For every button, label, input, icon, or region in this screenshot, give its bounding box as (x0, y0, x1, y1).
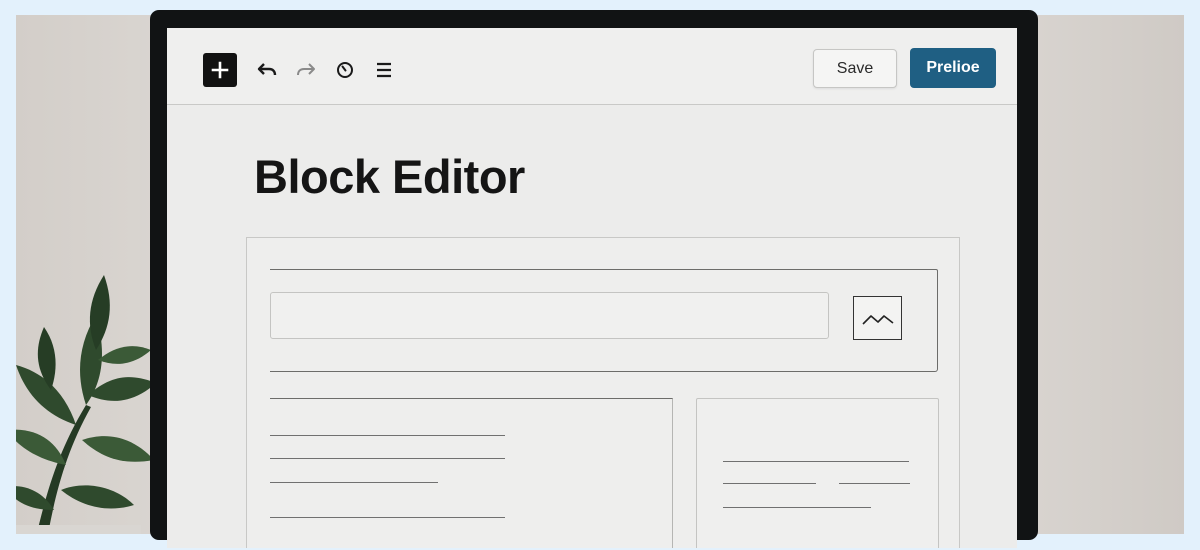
add-block-button[interactable] (203, 53, 237, 87)
info-circle-icon (337, 62, 353, 78)
page-title[interactable]: Block Editor (254, 149, 525, 204)
undo-button[interactable] (250, 53, 284, 87)
text-line (723, 483, 816, 484)
editor-screen: Save Prelioe Block Editor (167, 28, 1017, 548)
text-line (270, 435, 505, 436)
block-canvas (246, 237, 960, 548)
image-icon (861, 315, 893, 325)
image-placeholder-button[interactable] (853, 296, 902, 340)
save-button[interactable]: Save (813, 49, 897, 88)
text-line (270, 517, 505, 518)
text-line (839, 483, 910, 484)
redo-button[interactable] (289, 53, 323, 87)
undo-icon (257, 63, 277, 76)
details-button[interactable] (328, 53, 362, 87)
plus-icon (211, 61, 229, 79)
text-line (723, 507, 871, 508)
redo-icon (297, 63, 315, 76)
side-column-block[interactable] (696, 398, 939, 548)
text-line (270, 482, 438, 483)
editor-toolbar: Save Prelioe (167, 28, 1017, 105)
list-view-button[interactable] (367, 53, 401, 87)
text-column-block[interactable] (270, 398, 673, 548)
list-view-icon (377, 62, 391, 78)
cover-heading-field[interactable] (270, 292, 829, 339)
text-line (270, 458, 505, 459)
text-line (723, 461, 909, 462)
preview-button[interactable]: Prelioe (910, 48, 996, 88)
